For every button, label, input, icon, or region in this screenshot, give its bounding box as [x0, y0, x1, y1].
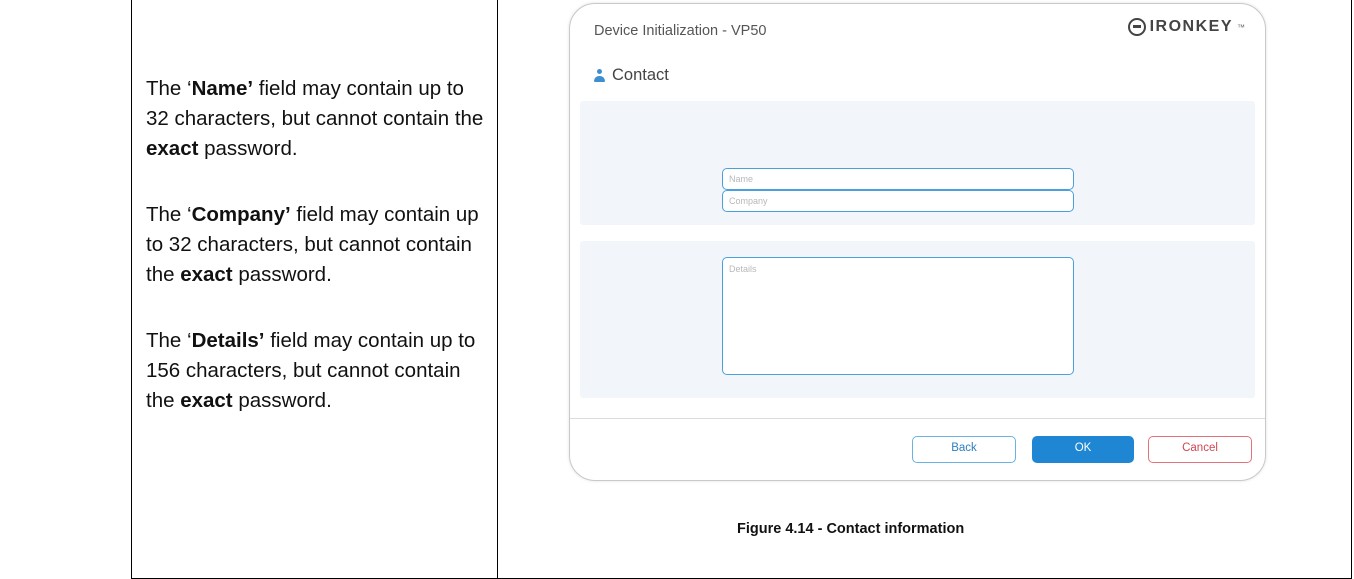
table-column-divider [497, 0, 498, 579]
footer-divider [570, 418, 1265, 419]
ok-button[interactable]: OK [1032, 436, 1134, 463]
user-icon [594, 68, 605, 83]
back-button[interactable]: Back [912, 436, 1016, 463]
section-header: Contact [594, 66, 669, 85]
name-rule: The ‘Name’ field may contain up to 32 ch… [146, 77, 484, 160]
contact-dialog: Device Initialization - VP50 IRONKEY ™ Co… [569, 3, 1266, 481]
logo-text: IRONKEY [1149, 18, 1233, 35]
company-rule: The ‘Company’ field may contain up to 32… [146, 203, 479, 286]
section-title: Contact [612, 66, 669, 84]
dialog-title: Device Initialization - VP50 [594, 23, 767, 39]
company-field[interactable] [722, 190, 1074, 212]
ironkey-logo: IRONKEY ™ [1127, 18, 1245, 36]
details-rule: The ‘Details’ field may contain up to 15… [146, 329, 476, 412]
ironkey-logo-icon [1127, 18, 1146, 36]
figure-caption: Figure 4.14 - Contact information [737, 521, 965, 537]
name-field[interactable] [722, 168, 1074, 190]
details-panel [580, 241, 1255, 398]
cancel-button[interactable]: Cancel [1148, 436, 1252, 463]
logo-trademark: ™ [1237, 22, 1245, 32]
identity-panel [580, 101, 1255, 225]
field-rules-text: The ‘Name’ field may contain up to 32 ch… [146, 74, 491, 452]
details-field[interactable] [722, 257, 1074, 375]
